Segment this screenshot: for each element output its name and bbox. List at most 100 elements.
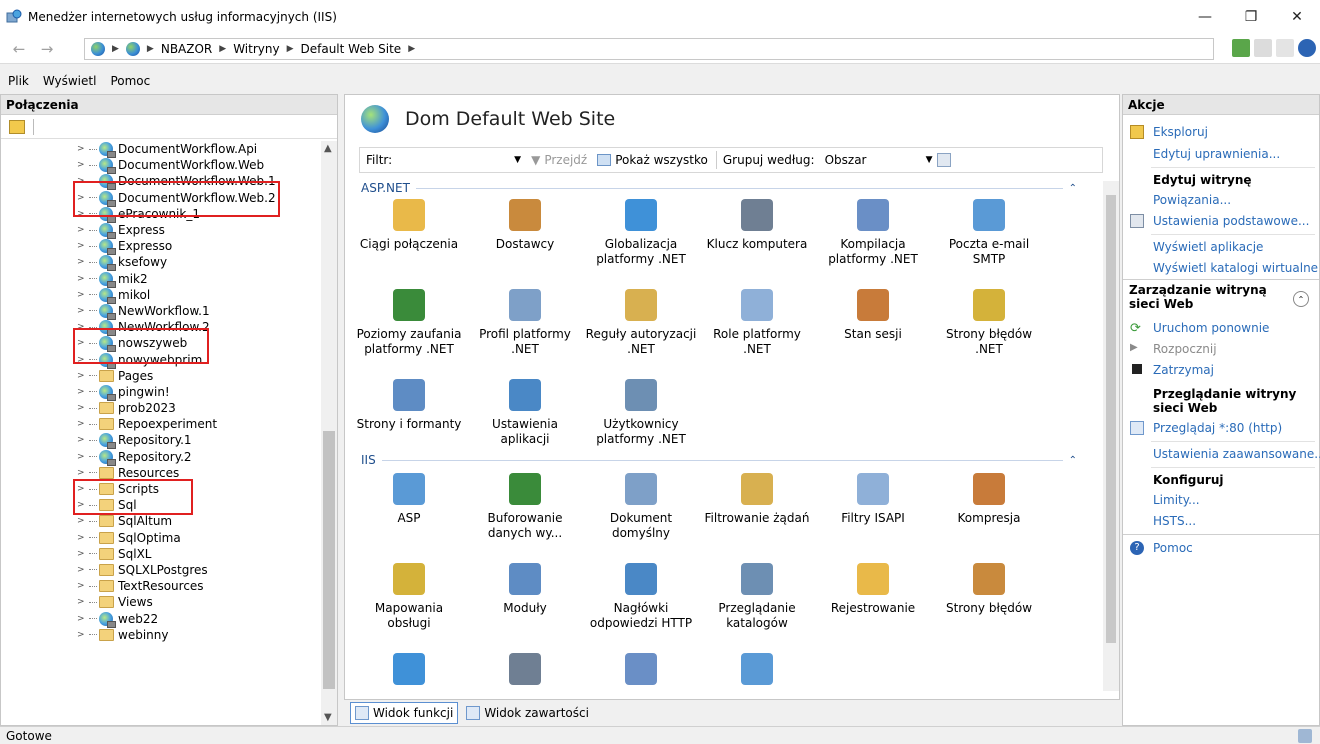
features-scrollbar[interactable]	[1103, 181, 1119, 691]
basic-settings-link[interactable]: Ustawienia podstawowe...	[1153, 214, 1309, 228]
expand-icon[interactable]: >	[77, 257, 87, 267]
tree-item[interactable]: > Repository.1	[1, 432, 321, 450]
advanced-settings-link[interactable]: Ustawienia zaawansowane...	[1153, 447, 1320, 461]
feature-item[interactable]: Dostawcy	[469, 199, 581, 252]
breadcrumb[interactable]: ▶ ▶ NBAZOR ▶ Witryny ▶ Default Web Site …	[84, 38, 1214, 60]
close-button[interactable]: ✕	[1274, 0, 1320, 34]
hsts-link[interactable]: HSTS...	[1153, 514, 1196, 528]
feature-item[interactable]: Kompresja	[933, 473, 1045, 526]
minimize-button[interactable]: —	[1182, 0, 1228, 34]
feature-item[interactable]: Profil platformy .NET	[469, 289, 581, 357]
expand-icon[interactable]: >	[77, 241, 87, 251]
expand-icon[interactable]: >	[77, 387, 87, 397]
tab-content-view[interactable]: Widok zawartości	[462, 702, 593, 724]
expand-icon[interactable]: >	[77, 274, 87, 284]
forward-button[interactable]: →	[34, 38, 60, 60]
breadcrumb-site[interactable]: Default Web Site	[301, 42, 402, 56]
tree-item[interactable]: > mik2	[1, 271, 321, 288]
feature-item[interactable]: Ustawienia	[585, 653, 697, 691]
tree-item[interactable]: > TextResources	[1, 578, 321, 594]
tree-item[interactable]: > NewWorkflow.1	[1, 303, 321, 320]
limits-link[interactable]: Limity...	[1153, 493, 1200, 507]
feature-item[interactable]: Stan sesji	[817, 289, 929, 342]
maximize-button[interactable]: ❐	[1228, 0, 1274, 34]
browse-80-link[interactable]: Przeglądaj *:80 (http)	[1153, 421, 1282, 435]
feature-item[interactable]: Ustawienia aplikacji	[469, 379, 581, 447]
tree-item[interactable]: > Repository.2	[1, 449, 321, 466]
expand-icon[interactable]: >	[77, 565, 87, 575]
tree-item[interactable]: > Expresso	[1, 238, 321, 256]
tree-item[interactable]: > prob2023	[1, 400, 321, 416]
expand-icon[interactable]: >	[77, 371, 87, 381]
expand-icon[interactable]: >	[77, 468, 87, 478]
expand-icon[interactable]: >	[77, 160, 87, 170]
expand-icon[interactable]: >	[77, 597, 87, 607]
feature-item[interactable]: Buforowanie danych wy...	[469, 473, 581, 541]
stop-icon[interactable]	[1254, 39, 1272, 57]
tree-item[interactable]: > mikol	[1, 287, 321, 304]
restart-link[interactable]: Uruchom ponownie	[1153, 321, 1269, 335]
expand-icon[interactable]: >	[77, 452, 87, 462]
feature-item[interactable]: Kompilacja platformy .NET	[817, 199, 929, 267]
feature-item[interactable]: Klucz komputera	[701, 199, 813, 252]
tree-item[interactable]: > Pages	[1, 368, 321, 384]
edit-permissions-link[interactable]: Edytuj uprawnienia...	[1153, 147, 1280, 161]
feature-item[interactable]: Filtry ISAPI	[817, 473, 929, 526]
feature-item[interactable]: Strony błędów	[933, 563, 1045, 616]
feature-item[interactable]: Uwierzytelnianie	[701, 653, 813, 691]
back-button[interactable]: ←	[6, 38, 32, 60]
feature-item[interactable]: Typy MIME	[353, 653, 465, 691]
tree-item[interactable]: > SQLXLPostgres	[1, 562, 321, 578]
tree-item[interactable]: > SqlAltum	[1, 513, 321, 529]
help-link[interactable]: Pomoc	[1153, 541, 1193, 555]
feature-item[interactable]: Strony błędów .NET	[933, 289, 1045, 357]
expand-icon[interactable]: >	[77, 435, 87, 445]
feature-item[interactable]: Rejestrowanie	[817, 563, 929, 616]
feature-item[interactable]: URL Rewrite	[469, 653, 581, 691]
group-header-aspnet[interactable]: ASP.NET ⌃	[361, 181, 1077, 195]
feature-item[interactable]: ASP	[353, 473, 465, 526]
tree-item[interactable]: > pingwin!	[1, 384, 321, 401]
expand-icon[interactable]: >	[77, 581, 87, 591]
tree-item[interactable]: > webinny	[1, 627, 321, 643]
view-apps-link[interactable]: Wyświetl aplikacje	[1153, 240, 1263, 254]
tree-item[interactable]: > DocumentWorkflow.Api	[1, 141, 321, 159]
feature-item[interactable]: Dokument domyślny	[585, 473, 697, 541]
explore-link[interactable]: Eksploruj	[1153, 125, 1208, 139]
group-collapse-icon[interactable]: ⌃	[1069, 455, 1077, 466]
expand-icon[interactable]: >	[77, 144, 87, 154]
scroll-up-icon[interactable]: ▲	[324, 143, 332, 154]
connect-icon[interactable]	[9, 119, 25, 134]
feature-item[interactable]: Filtrowanie żądań	[701, 473, 813, 526]
expand-icon[interactable]: >	[77, 419, 87, 429]
group-collapse-icon[interactable]: ⌃	[1069, 183, 1077, 194]
feature-item[interactable]: Role platformy .NET	[701, 289, 813, 357]
bindings-link[interactable]: Powiązania...	[1153, 193, 1231, 207]
feature-item[interactable]: Mapowania obsługi	[353, 563, 465, 631]
feature-item[interactable]: Użytkownicy platformy .NET	[585, 379, 697, 447]
menu-file[interactable]: Plik	[8, 74, 29, 88]
expand-icon[interactable]: >	[77, 549, 87, 559]
feature-item[interactable]: Nagłówki odpowiedzi HTTP	[585, 563, 697, 631]
expand-icon[interactable]: >	[77, 630, 87, 640]
collapse-icon[interactable]: ⌃	[1293, 291, 1309, 307]
expand-icon[interactable]: >	[77, 516, 87, 526]
expand-icon[interactable]: >	[77, 225, 87, 235]
scroll-down-icon[interactable]: ▼	[324, 712, 332, 723]
tree-item[interactable]: > Repoexperiment	[1, 416, 321, 432]
breadcrumb-server[interactable]: NBAZOR	[161, 42, 212, 56]
refresh-icon[interactable]	[1232, 39, 1250, 57]
expand-icon[interactable]: >	[77, 290, 87, 300]
menu-help[interactable]: Pomoc	[110, 74, 150, 88]
feature-item[interactable]: Przeglądanie katalogów	[701, 563, 813, 631]
tab-features-view[interactable]: Widok funkcji	[350, 702, 459, 724]
home-icon[interactable]	[1276, 39, 1294, 57]
feature-item[interactable]: Poczta e-mail SMTP	[933, 199, 1045, 267]
tree-item[interactable]: > Express	[1, 222, 321, 240]
tree-item[interactable]: > web22	[1, 610, 321, 628]
connections-scrollbar[interactable]: ▲ ▼	[321, 141, 337, 725]
start-link[interactable]: Rozpocznij	[1153, 342, 1217, 356]
help-icon[interactable]	[1298, 39, 1316, 57]
tree-item[interactable]: > Views	[1, 594, 321, 610]
feature-item[interactable]: Moduły	[469, 563, 581, 616]
